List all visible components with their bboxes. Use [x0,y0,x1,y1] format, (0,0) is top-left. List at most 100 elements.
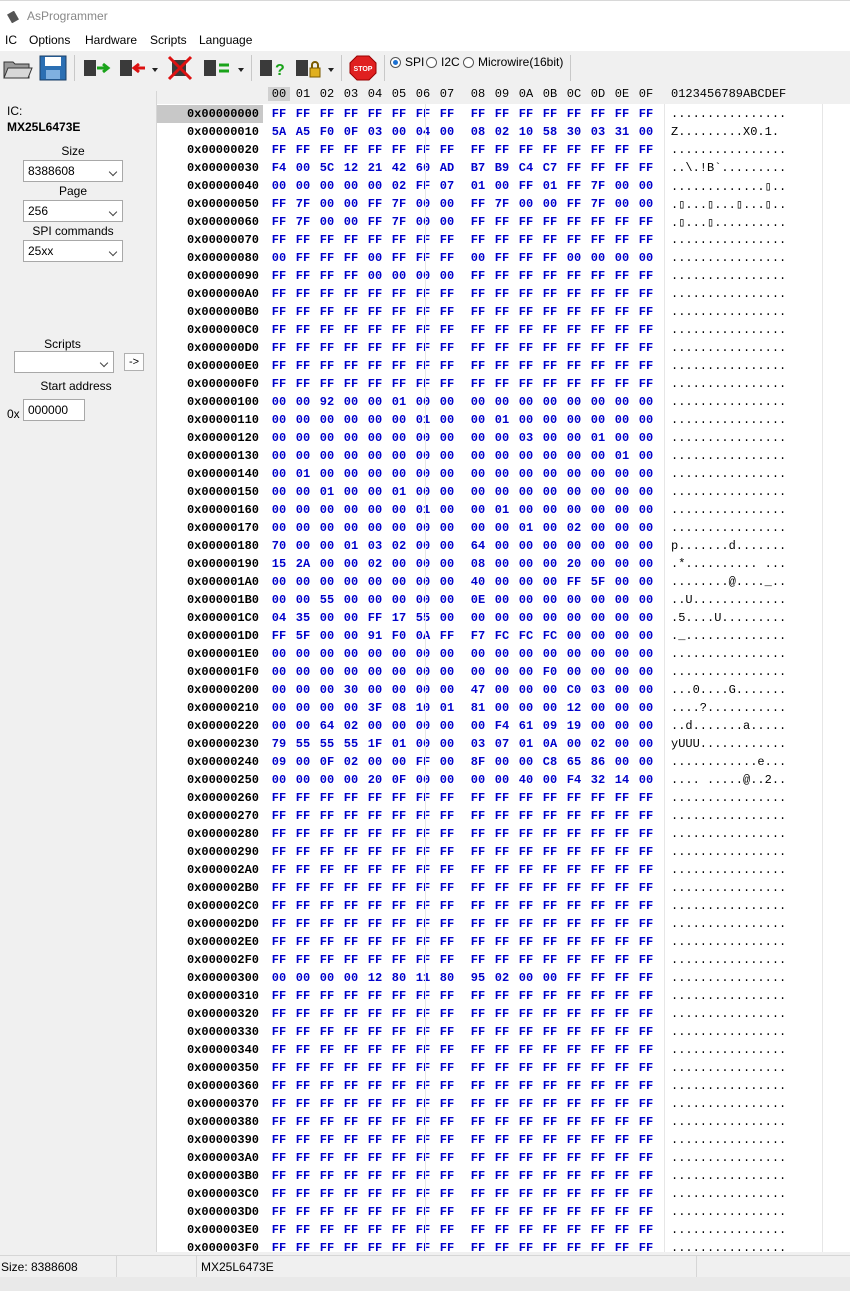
hex-byte[interactable]: 00 [587,611,609,625]
hex-byte[interactable]: FF [563,1205,585,1219]
hex-byte[interactable]: 79 [268,737,290,751]
hex-byte[interactable]: 00 [436,593,458,607]
hex-byte[interactable]: FF [539,989,561,1003]
hex-byte[interactable]: FF [268,953,290,967]
hex-byte[interactable]: 00 [364,503,386,517]
hex-byte[interactable]: FF [388,1151,410,1165]
hex-byte[interactable]: FF [292,899,314,913]
hex-byte[interactable]: FF [364,1241,386,1252]
hex-byte[interactable]: FF [467,989,489,1003]
hex-byte[interactable]: FF [268,305,290,319]
hex-byte[interactable]: FF [292,377,314,391]
ascii-text[interactable]: ................ [671,989,786,1003]
hex-byte[interactable]: 00 [436,683,458,697]
hex-byte[interactable]: 30 [563,125,585,139]
hex-byte[interactable]: FF [491,1151,513,1165]
hex-byte[interactable]: FF [467,935,489,949]
hex-byte[interactable]: 00 [364,593,386,607]
hex-byte[interactable]: FF [340,143,362,157]
hex-byte[interactable]: FF [467,233,489,247]
hex-byte[interactable]: FF [340,251,362,265]
hex-byte[interactable]: FF [539,1025,561,1039]
hex-byte[interactable]: FF [635,161,657,175]
hex-byte[interactable]: 02 [491,971,513,985]
hex-byte[interactable]: 00 [316,575,338,589]
ascii-text[interactable]: ................ [671,1223,786,1237]
hex-byte[interactable]: FF [364,953,386,967]
hex-byte[interactable]: B7 [467,161,489,175]
hex-byte[interactable]: 00 [515,467,537,481]
hex-byte[interactable]: 00 [412,485,434,499]
hex-byte[interactable]: FF [292,1043,314,1057]
hex-byte[interactable]: 00 [539,593,561,607]
hex-byte[interactable]: FF [635,359,657,373]
hex-byte[interactable]: FF [316,899,338,913]
hex-byte[interactable]: 80 [436,971,458,985]
hex-byte[interactable]: FF [292,1187,314,1201]
hex-byte[interactable]: 04 [268,611,290,625]
hex-byte[interactable]: FF [316,1061,338,1075]
hex-byte[interactable]: FF [491,1187,513,1201]
hex-byte[interactable]: 00 [539,521,561,535]
hex-byte[interactable]: 0A [539,737,561,751]
ascii-text[interactable]: ................ [671,377,786,391]
hex-byte[interactable]: 00 [611,431,633,445]
hex-byte[interactable]: 00 [340,521,362,535]
row-address[interactable]: 0x00000380 [157,1113,263,1131]
hex-byte[interactable]: FF [268,917,290,931]
ascii-text[interactable]: ................ [671,863,786,877]
hex-byte[interactable]: 7F [388,215,410,229]
hex-byte[interactable]: 10 [412,701,434,715]
hex-byte[interactable]: FF [611,809,633,823]
hex-byte[interactable]: FF [611,305,633,319]
hex-byte[interactable]: FF [388,1079,410,1093]
hex-byte[interactable]: FF [491,809,513,823]
hex-byte[interactable]: 00 [292,521,314,535]
verify-chip-icon[interactable] [202,54,232,82]
hex-byte[interactable]: FF [412,1043,434,1057]
hex-byte[interactable]: C7 [539,161,561,175]
hex-byte[interactable]: FF [268,233,290,247]
ascii-text[interactable]: ................ [671,809,786,823]
hex-byte[interactable]: 00 [340,593,362,607]
hex-byte[interactable]: FF [412,935,434,949]
hex-byte[interactable]: FF [515,215,537,229]
hex-byte[interactable]: FF [563,323,585,337]
hex-byte[interactable]: FF [340,791,362,805]
hex-byte[interactable]: 00 [436,413,458,427]
hex-byte[interactable]: FF [635,1043,657,1057]
hex-byte[interactable]: FF [316,143,338,157]
hex-byte[interactable]: FF [388,341,410,355]
hex-byte[interactable]: FF [388,1241,410,1252]
hex-byte[interactable]: 00 [292,539,314,553]
hex-byte[interactable]: 00 [587,395,609,409]
hex-byte[interactable]: 00 [467,449,489,463]
hex-byte[interactable]: FF [539,251,561,265]
hex-byte[interactable]: FF [515,1115,537,1129]
hex-byte[interactable]: 12 [563,701,585,715]
ascii-text[interactable]: ................ [671,1187,786,1201]
hex-byte[interactable]: FF [539,827,561,841]
row-address[interactable]: 0x00000050 [157,195,263,213]
hex-byte[interactable]: FF [436,845,458,859]
hex-byte[interactable]: 55 [340,737,362,751]
hex-byte[interactable]: 00 [412,449,434,463]
hex-byte[interactable]: C0 [563,683,585,697]
hex-byte[interactable]: FF [563,971,585,985]
hex-byte[interactable]: FF [388,1133,410,1147]
hex-byte[interactable]: FF [539,215,561,229]
spi-commands-combo[interactable]: 25xx [23,240,123,262]
hex-byte[interactable]: 64 [467,539,489,553]
hex-byte[interactable]: FF [340,1007,362,1021]
hex-byte[interactable]: 00 [467,395,489,409]
ascii-text[interactable]: ................ [671,647,786,661]
hex-byte[interactable]: FF [316,107,338,121]
hex-byte[interactable]: 00 [292,971,314,985]
hex-byte[interactable]: FF [268,809,290,823]
hex-byte[interactable]: 91 [364,629,386,643]
hex-byte[interactable]: FF [268,341,290,355]
row-address[interactable]: 0x00000290 [157,843,263,861]
hex-byte[interactable]: FF [268,881,290,895]
hex-byte[interactable]: FF [587,359,609,373]
hex-byte[interactable]: 00 [364,413,386,427]
